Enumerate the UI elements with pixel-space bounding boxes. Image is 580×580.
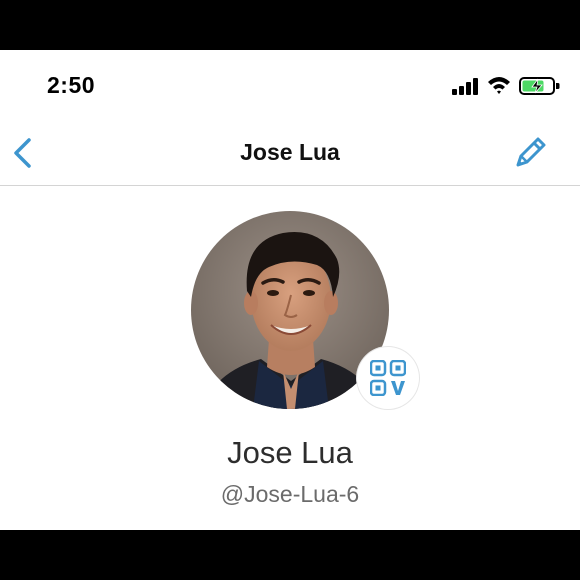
edit-profile-button[interactable] [512,133,550,171]
pencil-icon [516,137,546,167]
nav-title: Jose Lua [240,139,340,165]
qr-code-icon [370,360,406,396]
profile-screen: 2:50 Jose Lua Jose Lua @Jose-Lua-6 [0,50,580,530]
wifi-icon [488,77,510,94]
profile-name: Jose Lua [227,435,353,470]
qr-code-button[interactable] [357,347,419,409]
battery-charging-icon [519,77,560,95]
nav-divider [0,185,580,186]
cellular-signal-icon [452,77,482,95]
profile-handle: @Jose-Lua-6 [220,481,360,507]
status-time: 2:50 [47,72,96,98]
